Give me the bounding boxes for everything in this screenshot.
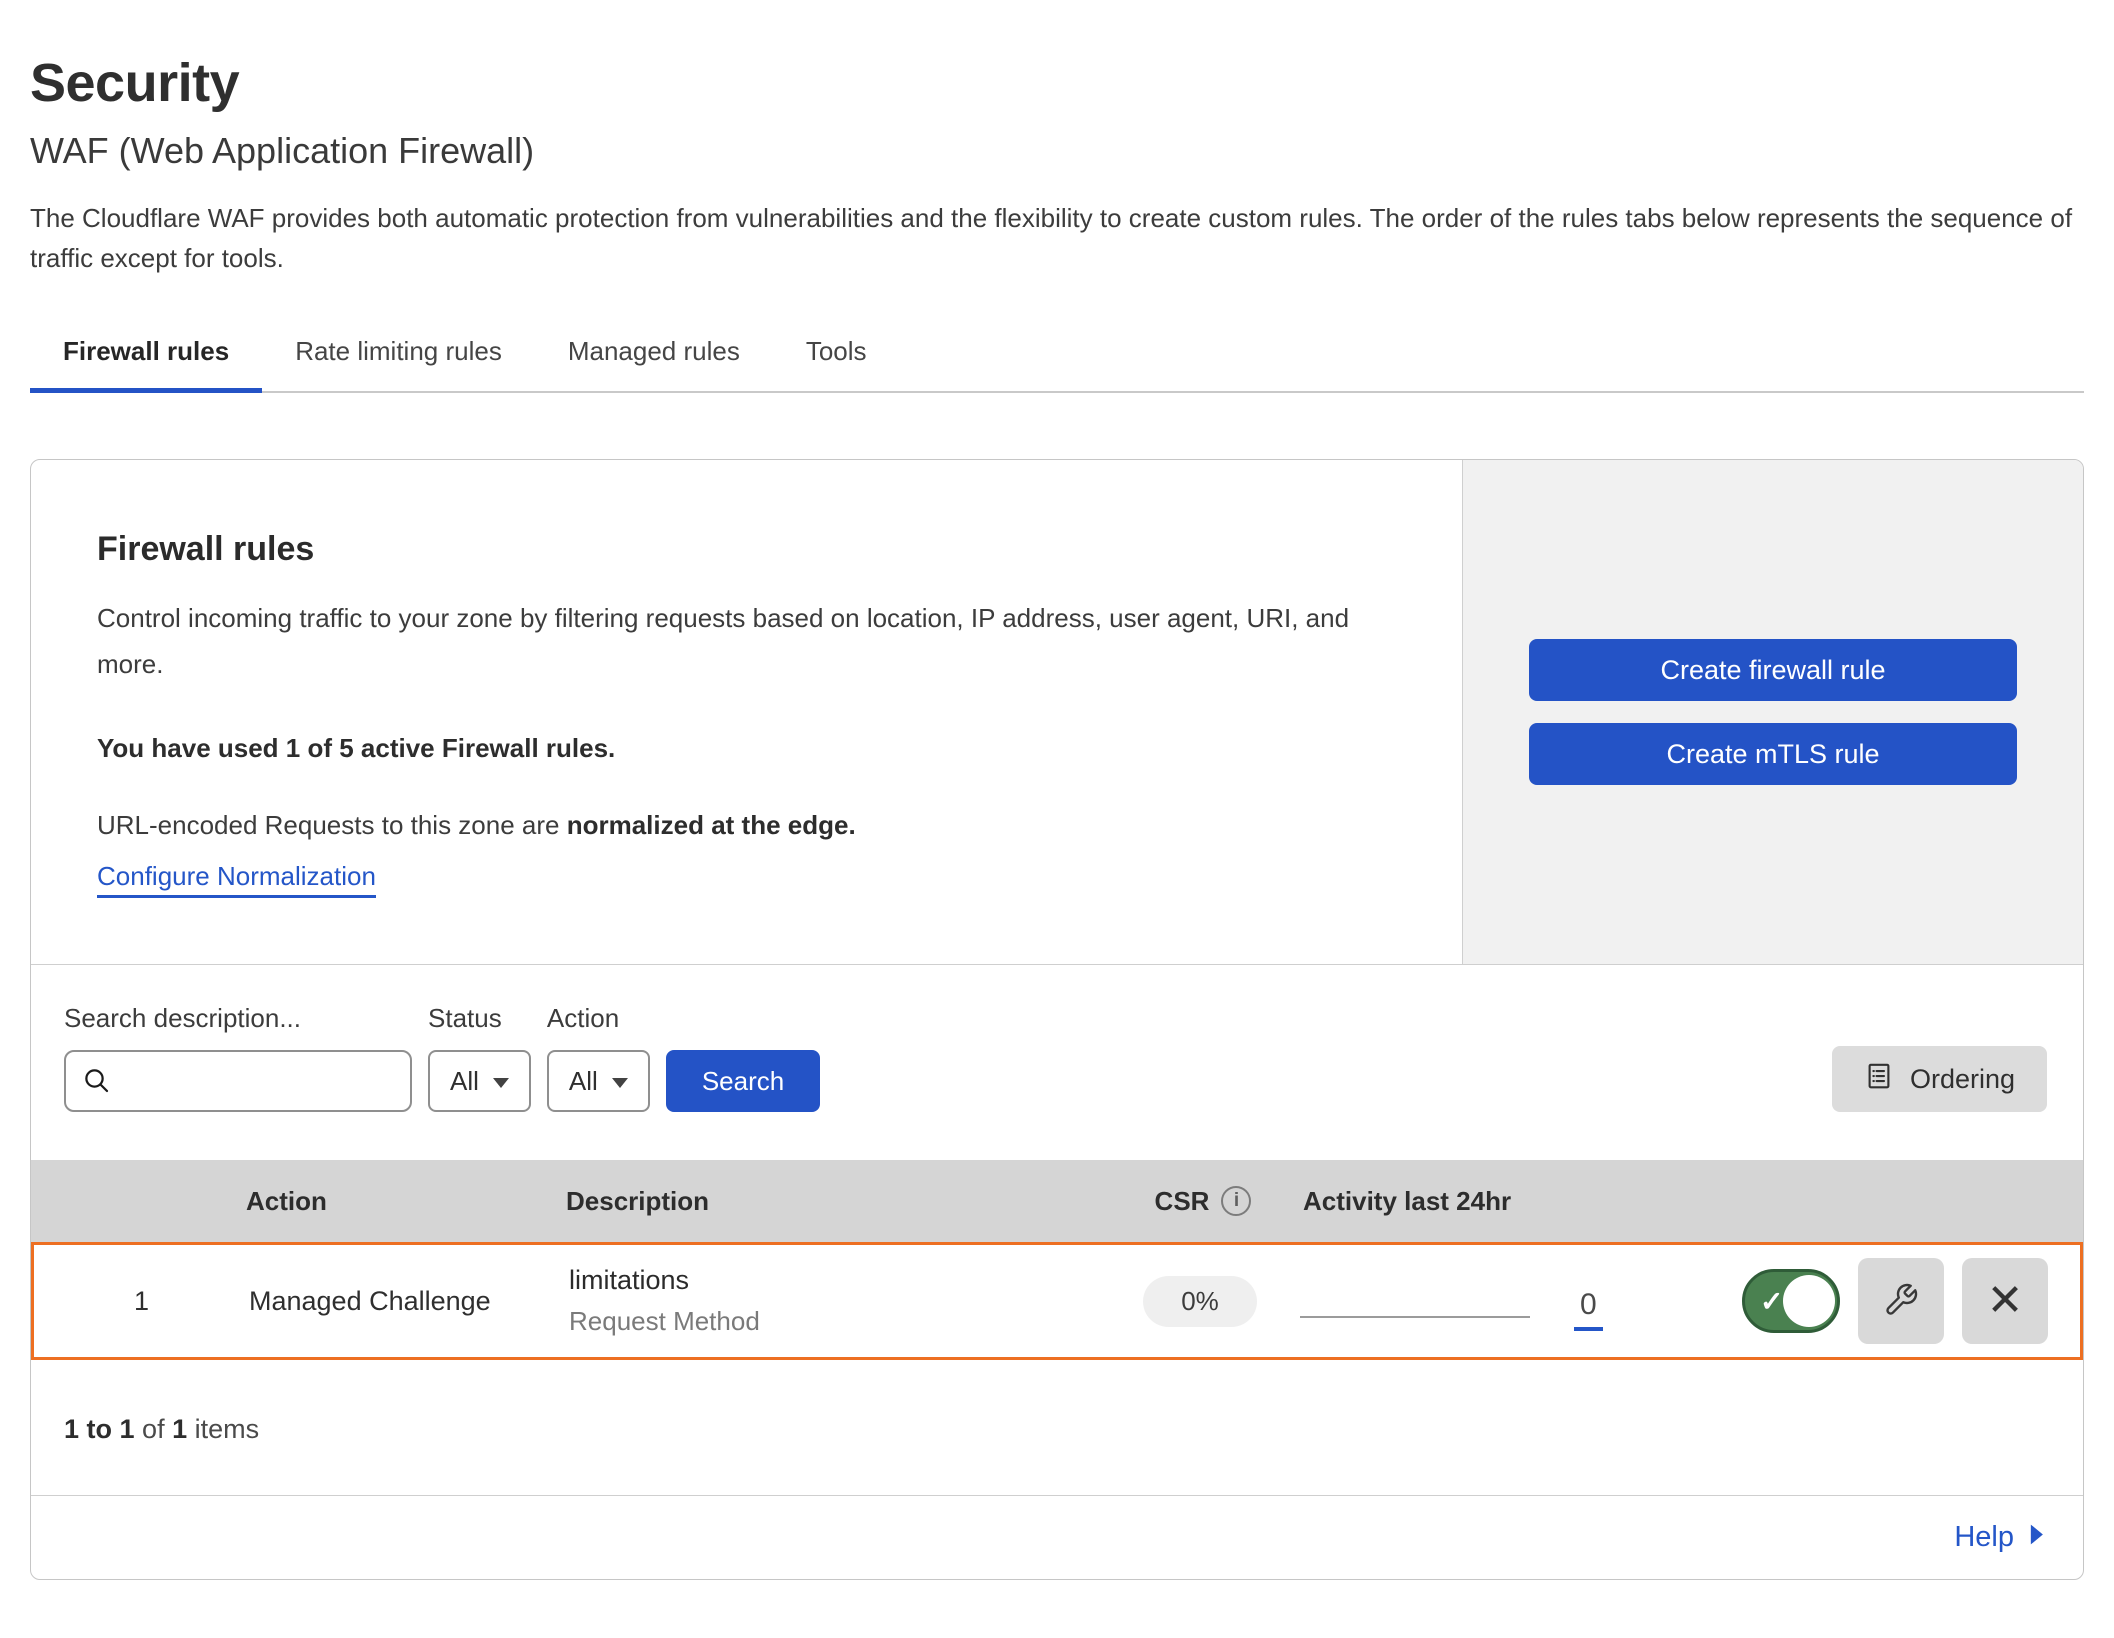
firewall-rules-info: Firewall rules Control incoming traffic … [31, 460, 1462, 964]
close-icon: ✕ [1987, 1279, 2024, 1323]
create-mtls-rule-button[interactable]: Create mTLS rule [1529, 723, 2017, 785]
toggle-knob [1783, 1275, 1835, 1327]
create-firewall-rule-button[interactable]: Create firewall rule [1529, 639, 2017, 701]
header-action: Action [246, 1186, 566, 1217]
normalization-bold-text: normalized at the edge. [567, 810, 856, 840]
help-link[interactable]: Help [1954, 1521, 2045, 1554]
action-select[interactable]: All [547, 1050, 650, 1112]
list-ordering-icon [1864, 1061, 1894, 1098]
action-field: Action All [547, 1003, 650, 1112]
csr-badge: 0% [1143, 1276, 1257, 1327]
rule-expression: Request Method [569, 1306, 1100, 1337]
activity-count-link[interactable]: 0 [1574, 1288, 1603, 1331]
search-input[interactable] [64, 1050, 412, 1112]
normalization-note: URL-encoded Requests to this zone are no… [97, 810, 1392, 841]
rule-enabled-toggle[interactable]: ✓ [1742, 1269, 1840, 1333]
usage-summary: You have used 1 of 5 active Firewall rul… [97, 733, 1392, 764]
rule-description: limitations [569, 1265, 1100, 1296]
search-icon [82, 1066, 112, 1101]
items-of: of [142, 1414, 165, 1444]
items-count: 1 to 1 of 1 items [31, 1360, 2083, 1495]
tab-tools[interactable]: Tools [773, 316, 900, 391]
items-label: items [195, 1414, 260, 1444]
normalization-text: URL-encoded Requests to this zone are [97, 810, 567, 840]
firewall-rules-card: Firewall rules Control incoming traffic … [30, 459, 2084, 1580]
status-field: Status All [428, 1003, 531, 1112]
delete-rule-button[interactable]: ✕ [1962, 1258, 2048, 1344]
header-csr-label: CSR [1155, 1186, 1210, 1217]
card-description: Control incoming traffic to your zone by… [97, 595, 1392, 687]
rule-activity-cell: 0 [1300, 1280, 1740, 1323]
header-activity: Activity last 24hr [1303, 1186, 1743, 1217]
page-description: The Cloudflare WAF provides both automat… [30, 198, 2084, 278]
card-actions-panel: Create firewall rule Create mTLS rule [1462, 460, 2083, 964]
page-title: Security [30, 52, 2084, 114]
card-top-section: Firewall rules Control incoming traffic … [31, 460, 2083, 965]
status-select[interactable]: All [428, 1050, 531, 1112]
configure-normalization-link[interactable]: Configure Normalization [97, 861, 376, 898]
rule-csr-cell: 0% [1100, 1276, 1300, 1327]
search-label: Search description... [64, 1003, 412, 1034]
search-input-wrapper [64, 1050, 412, 1112]
help-label: Help [1954, 1521, 2014, 1554]
rule-controls: ✓ ✕ [1740, 1258, 2080, 1344]
status-label: Status [428, 1003, 531, 1034]
rule-action: Managed Challenge [249, 1286, 569, 1317]
help-arrow-icon [2028, 1521, 2045, 1554]
tab-firewall-rules[interactable]: Firewall rules [30, 316, 262, 391]
filter-bar: Search description... Status All [31, 965, 2083, 1160]
search-field: Search description... [64, 1003, 412, 1112]
card-heading: Firewall rules [97, 530, 1392, 569]
waf-security-page: Security WAF (Web Application Firewall) … [0, 0, 2114, 1580]
header-description: Description [566, 1186, 1103, 1217]
edit-rule-button[interactable] [1858, 1258, 1944, 1344]
status-select-value: All [450, 1066, 479, 1097]
table-header: Action Description CSR i Activity last 2… [31, 1160, 2083, 1242]
rule-priority: 1 [34, 1286, 249, 1317]
page-subtitle: WAF (Web Application Firewall) [30, 130, 2084, 172]
rule-description-cell: limitations Request Method [569, 1265, 1100, 1337]
ordering-button[interactable]: Ordering [1832, 1046, 2047, 1112]
wrench-icon [1883, 1282, 1919, 1321]
tab-managed-rules[interactable]: Managed rules [535, 316, 773, 391]
info-icon[interactable]: i [1221, 1186, 1251, 1216]
action-select-value: All [569, 1066, 598, 1097]
ordering-button-label: Ordering [1910, 1064, 2015, 1095]
items-range: 1 to 1 [64, 1414, 135, 1444]
action-label: Action [547, 1003, 650, 1034]
table-row: 1 Managed Challenge limitations Request … [31, 1242, 2083, 1360]
check-icon: ✓ [1760, 1285, 1783, 1318]
activity-sparkline [1300, 1316, 1530, 1318]
help-row: Help [31, 1495, 2083, 1579]
search-button[interactable]: Search [666, 1050, 820, 1112]
tab-bar: Firewall rules Rate limiting rules Manag… [30, 316, 2084, 393]
items-total: 1 [172, 1414, 187, 1444]
chevron-down-icon [493, 1078, 509, 1088]
chevron-down-icon [612, 1078, 628, 1088]
header-csr: CSR i [1103, 1186, 1303, 1217]
tab-rate-limiting-rules[interactable]: Rate limiting rules [262, 316, 535, 391]
